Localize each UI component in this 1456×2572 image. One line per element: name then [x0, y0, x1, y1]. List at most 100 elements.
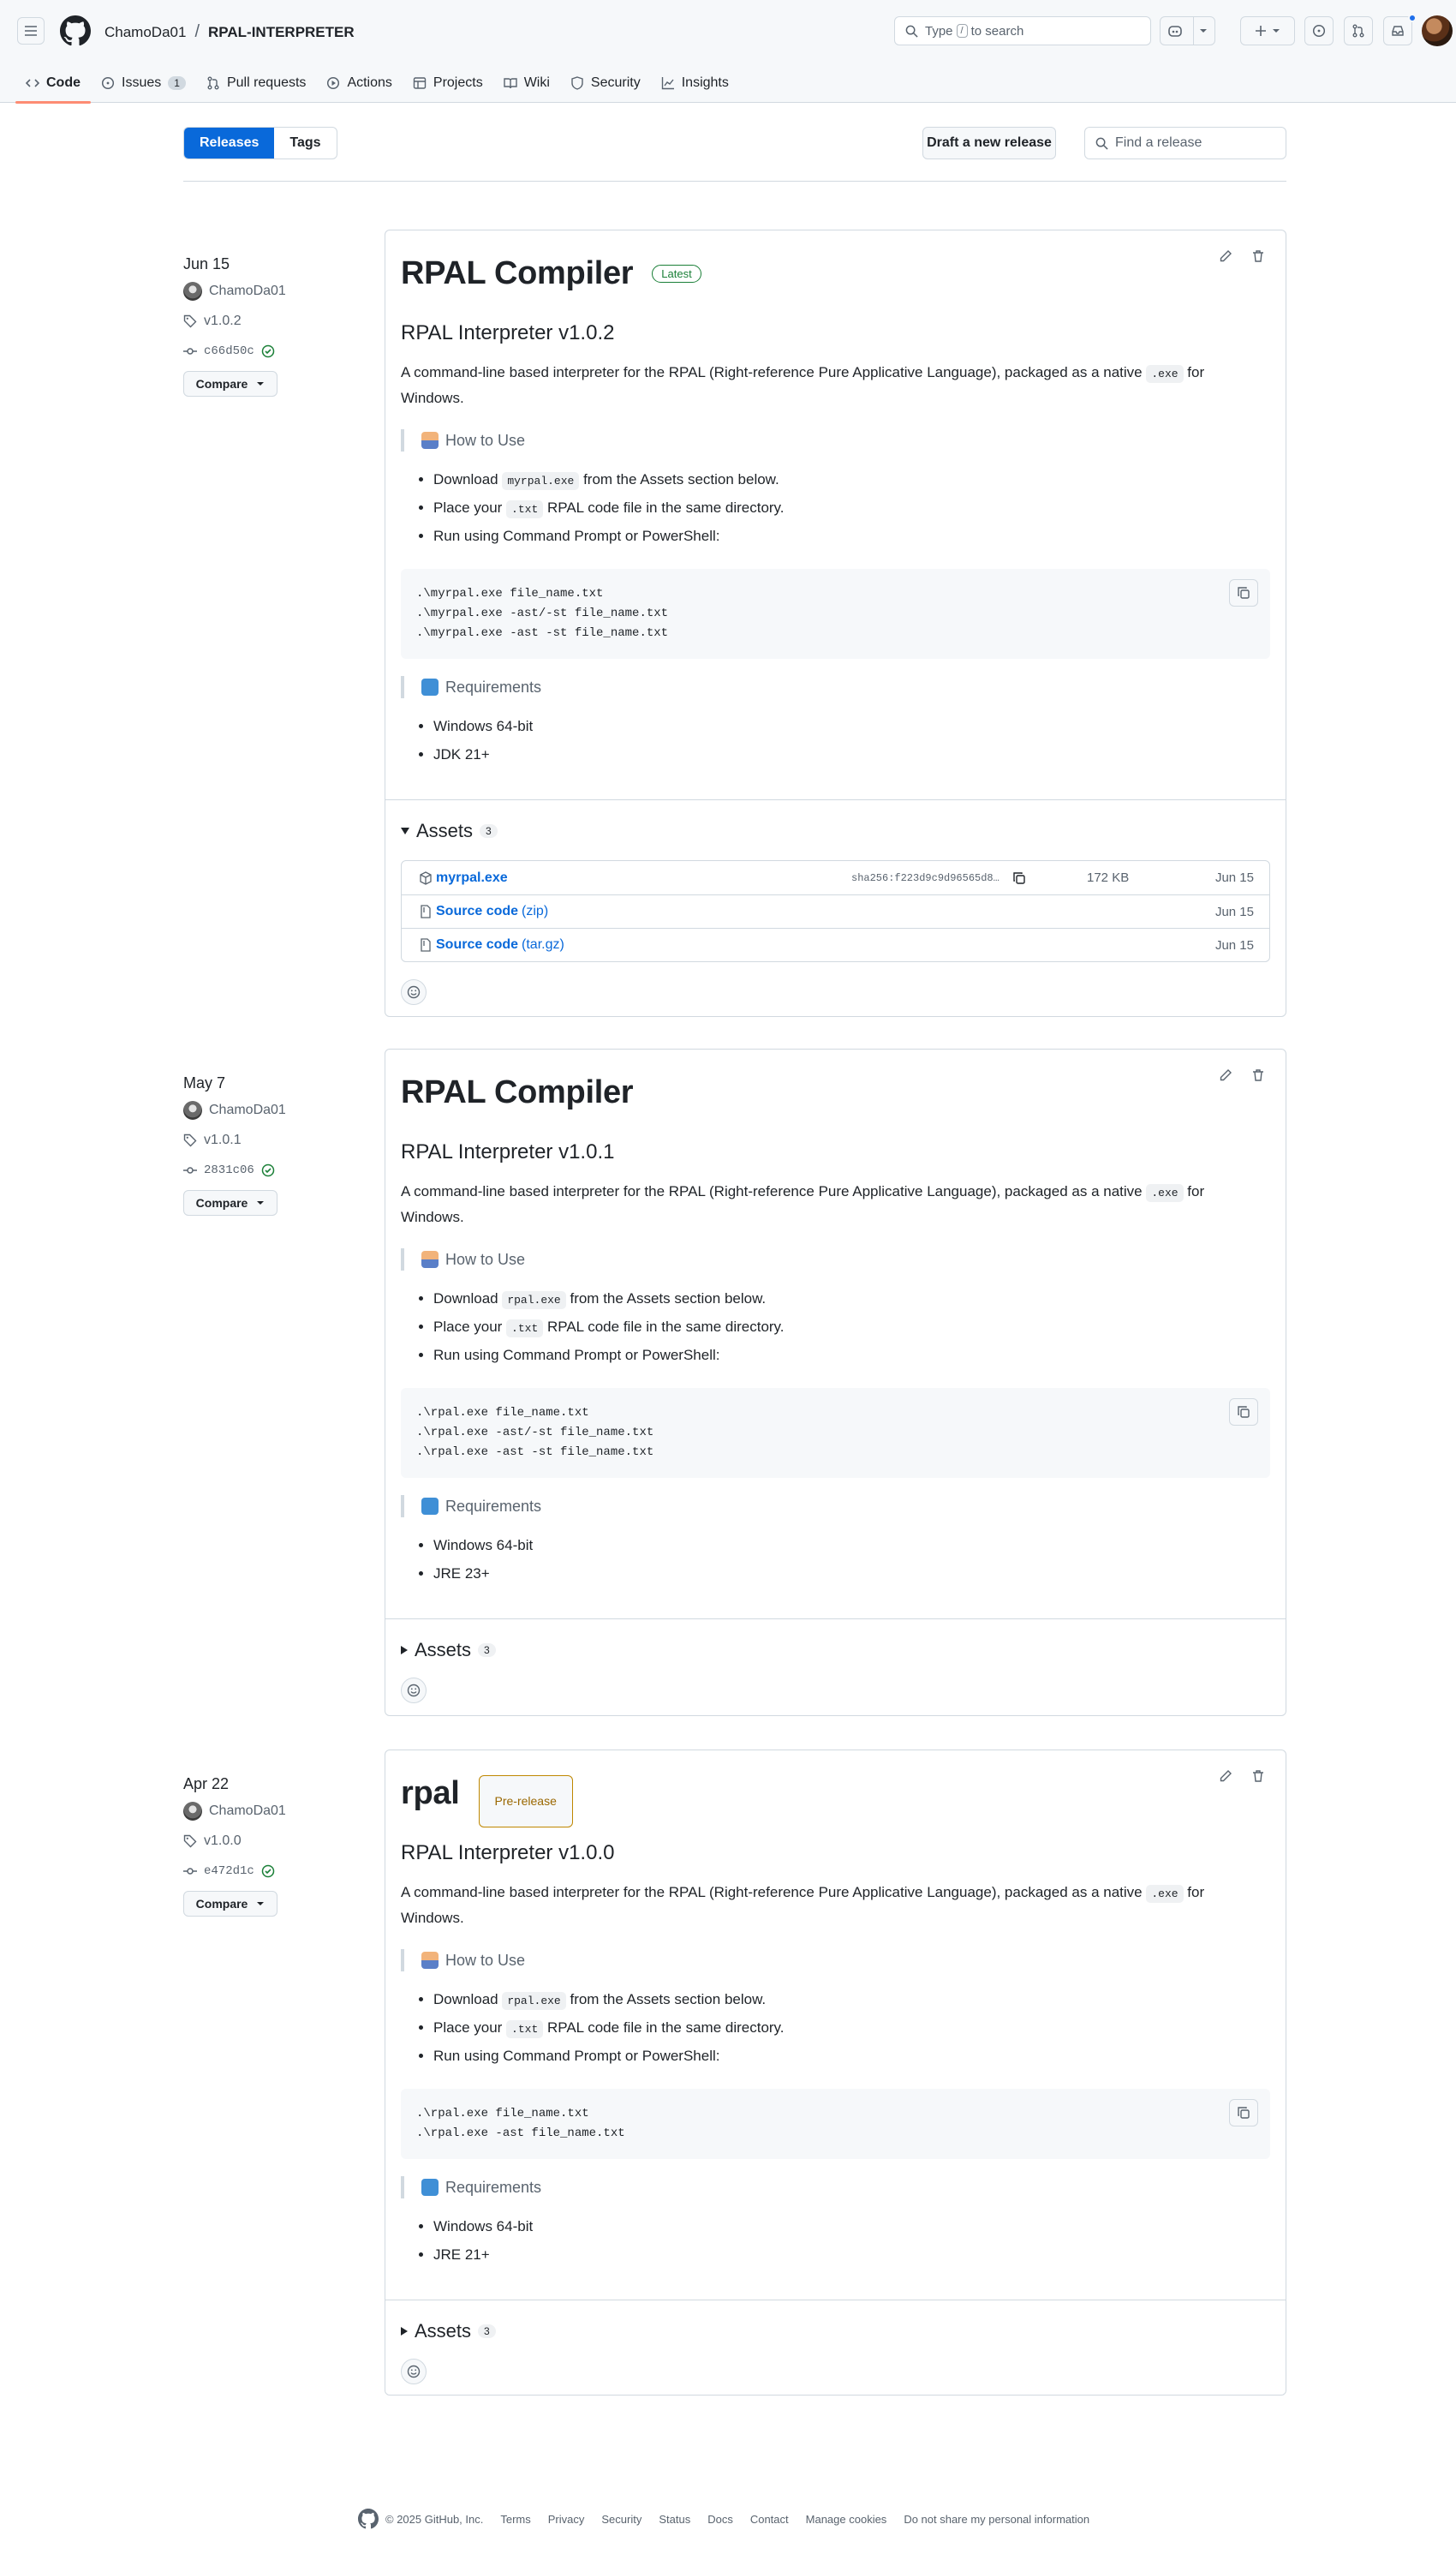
avatar[interactable] [183, 1801, 202, 1821]
release-title[interactable]: RPAL Compiler [401, 1074, 634, 1111]
asset-ext[interactable]: (tar.gz) [522, 937, 564, 953]
footer-link-docs[interactable]: Docs [707, 2513, 733, 2526]
asset-ext[interactable]: (zip) [522, 904, 548, 919]
tab-label: Code [46, 75, 81, 90]
list-item: Download myrpal.exe from the Assets sect… [433, 469, 1270, 497]
assets-toggle[interactable]: Assets 3 [401, 2314, 1270, 2348]
tab-actions[interactable]: Actions [316, 63, 402, 103]
quote-text: How to Use [445, 431, 526, 449]
copy-button[interactable] [1229, 2099, 1258, 2126]
list-item: JDK 21+ [433, 744, 1270, 772]
releases-tab[interactable]: Releases [184, 128, 275, 159]
tag-icon [183, 1133, 197, 1146]
tab-pull-requests[interactable]: Pull requests [196, 63, 317, 103]
reaction-button[interactable] [401, 979, 427, 1005]
reaction-button[interactable] [401, 2359, 427, 2384]
tab-projects[interactable]: Projects [403, 63, 493, 103]
avatar[interactable] [183, 1100, 202, 1120]
tab-security[interactable]: Security [560, 63, 651, 103]
assets-toggle[interactable]: Assets 3 [401, 814, 1270, 848]
trash-icon[interactable] [1251, 249, 1265, 263]
copy-button[interactable] [1229, 579, 1258, 607]
asset-link[interactable]: Source code [436, 904, 518, 919]
compare-button[interactable]: Compare [183, 1891, 277, 1917]
release-author[interactable]: ChamoDa01 [209, 284, 286, 299]
asset-link[interactable]: myrpal.exe [436, 870, 508, 886]
compare-button[interactable]: Compare [183, 371, 277, 397]
release-tag[interactable]: v1.0.0 [204, 1833, 242, 1849]
footer-link-terms[interactable]: Terms [500, 2513, 530, 2526]
assets-label: Assets [416, 820, 474, 841]
asset-row: myrpal.exe sha256:f223d9c9d96565d8… 172 … [402, 861, 1269, 894]
pencil-icon[interactable] [1219, 1769, 1232, 1783]
release-title[interactable]: RPAL Compiler [401, 255, 634, 292]
breadcrumb-separator: / [194, 22, 200, 41]
footer-link-contact[interactable]: Contact [750, 2513, 789, 2526]
inline-code: myrpal.exe [502, 472, 580, 490]
footer-link-privacy[interactable]: Privacy [548, 2513, 585, 2526]
avatar[interactable] [183, 281, 202, 301]
quote-text: Requirements [445, 2178, 542, 2196]
trash-icon[interactable] [1251, 1068, 1265, 1082]
reaction-button[interactable] [401, 1678, 427, 1703]
assets-toggle[interactable]: Assets 3 [401, 1633, 1270, 1667]
tags-tab[interactable]: Tags [274, 128, 336, 159]
find-release-input[interactable]: Find a release [1084, 127, 1286, 159]
tab-label: Projects [433, 75, 483, 90]
inbox-button[interactable] [1383, 16, 1412, 45]
issues-button[interactable] [1304, 16, 1334, 45]
tab-insights[interactable]: Insights [651, 63, 739, 103]
asset-size: 172 KB [1087, 870, 1130, 885]
footer-link-do-not-share[interactable]: Do not share my personal information [904, 2513, 1089, 2526]
release-title[interactable]: rpal [401, 1775, 460, 1812]
draft-release-button[interactable]: Draft a new release [922, 127, 1056, 159]
release-commit[interactable]: e472d1c [204, 1864, 254, 1878]
assets-count: 3 [478, 1643, 496, 1657]
create-new-button[interactable] [1240, 16, 1295, 45]
copilot-button[interactable] [1160, 16, 1215, 45]
release-author[interactable]: ChamoDa01 [209, 1803, 286, 1819]
pull-requests-button[interactable] [1344, 16, 1373, 45]
footer-link-security[interactable]: Security [601, 2513, 641, 2526]
breadcrumb-repo[interactable]: RPAL-INTERPRETER [208, 24, 355, 41]
search-input[interactable]: Type / to search [894, 16, 1151, 45]
footer-link-cookies[interactable]: Manage cookies [806, 2513, 887, 2526]
tab-wiki[interactable]: Wiki [493, 63, 560, 103]
avatar[interactable] [1422, 15, 1453, 46]
footer-link-status[interactable]: Status [659, 2513, 690, 2526]
release-tag[interactable]: v1.0.1 [204, 1133, 242, 1148]
asset-row: Source code (zip) Jun 15 [402, 894, 1269, 928]
inline-code: .exe [1146, 1885, 1184, 1903]
release-author[interactable]: ChamoDa01 [209, 1103, 286, 1118]
release-commit[interactable]: 2831c06 [204, 1163, 254, 1177]
code-text: .\rpal.exe file_name.txt .\rpal.exe -ast… [416, 1406, 654, 1459]
tab-label: Wiki [523, 75, 550, 90]
release-commit[interactable]: c66d50c [204, 344, 254, 358]
find-release-placeholder: Find a release [1115, 135, 1202, 150]
assets-count: 3 [480, 824, 498, 838]
trash-icon[interactable] [1251, 1769, 1265, 1783]
pencil-icon[interactable] [1219, 249, 1232, 263]
compare-button[interactable]: Compare [183, 1190, 277, 1216]
copy-button[interactable] [1229, 1398, 1258, 1426]
menu-button[interactable] [17, 17, 45, 45]
list-text: Download [433, 471, 503, 487]
release-date: Jun 15 [183, 255, 230, 272]
tab-code[interactable]: Code [15, 63, 91, 104]
tab-issues[interactable]: Issues 1 [91, 63, 196, 103]
breadcrumb-owner[interactable]: ChamoDa01 [104, 24, 186, 41]
pencil-icon[interactable] [1219, 1068, 1232, 1082]
release-subtitle: RPAL Interpreter v1.0.2 [401, 321, 615, 344]
asset-link[interactable]: Source code [436, 937, 518, 953]
release-description: A command-line based interpreter for the… [401, 1180, 1270, 1229]
footer: © 2025 GitHub, Inc. Terms Privacy Securi… [358, 2509, 1089, 2529]
github-logo-icon[interactable] [60, 15, 91, 46]
copy-icon[interactable] [1012, 871, 1026, 885]
release-tag[interactable]: v1.0.2 [204, 314, 242, 329]
chevron-down-icon [257, 1201, 265, 1205]
app-header: ChamoDa01 / RPAL-INTERPRETER Type / to s… [0, 0, 1456, 104]
github-logo-icon[interactable] [358, 2509, 379, 2529]
steps-list: Download myrpal.exe from the Assets sect… [401, 469, 1270, 553]
release-subtitle: RPAL Interpreter v1.0.0 [401, 1841, 615, 1864]
tab-label: Issues [122, 75, 162, 90]
